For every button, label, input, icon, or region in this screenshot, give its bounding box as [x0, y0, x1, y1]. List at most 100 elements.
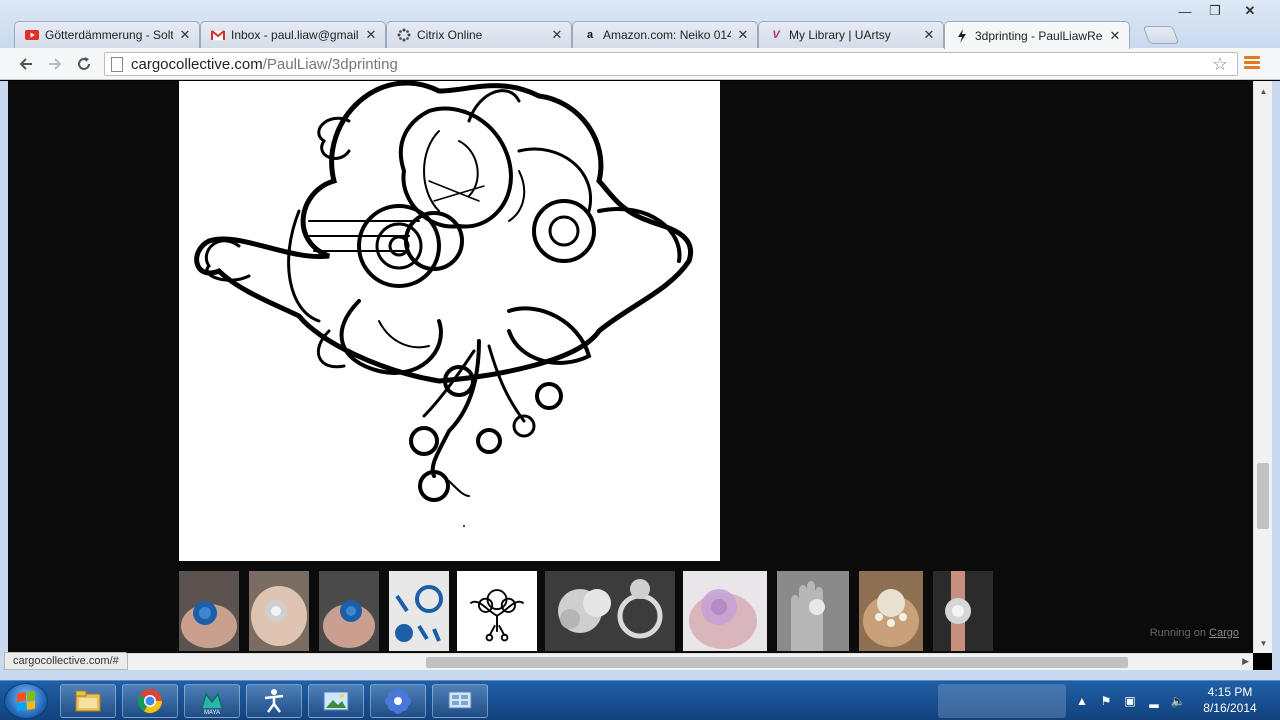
window-frame [0, 670, 1280, 680]
taskbar-zbrush[interactable] [246, 684, 302, 718]
volume-icon[interactable]: 🔈 [1170, 694, 1186, 708]
status-bubble: cargocollective.com/# [4, 652, 128, 670]
cargo-bolt-icon [955, 28, 969, 43]
cargo-link[interactable]: Cargo [1209, 627, 1239, 639]
speck [463, 525, 465, 527]
close-icon[interactable]: ✕ [1109, 28, 1121, 44]
show-hidden-icons-icon[interactable]: ▲ [1074, 694, 1090, 708]
taskbar-clock[interactable]: 4:15 PM 8/16/2014 [1196, 684, 1264, 716]
clock-date: 8/16/2014 [1203, 701, 1257, 715]
windows-taskbar: MAYA ▲ ⚑ ▣ ▂ 🔈 4:15 PM 8/16/2014 [0, 680, 1280, 720]
thumbnail-10[interactable] [933, 571, 993, 651]
reload-icon [78, 57, 90, 70]
windows-logo-icon [17, 690, 35, 712]
tab-title: 3dprinting - PaulLiawRe [975, 28, 1103, 43]
flower-app-icon [385, 688, 411, 714]
tab-title: Citrix Online [417, 28, 483, 42]
scroll-up-icon[interactable]: ▲ [1254, 83, 1273, 99]
control-panel-icon [448, 691, 472, 709]
close-icon[interactable]: ✕ [737, 27, 749, 43]
horizontal-scroll-thumb[interactable] [426, 657, 1128, 668]
taskbar-notification-preview[interactable] [938, 684, 1066, 718]
tab-title: Götterdämmerung - Solt [45, 28, 173, 42]
tab-uartsy[interactable]: V My Library | UArtsy ✕ [758, 21, 944, 48]
chrome-menu-icon[interactable] [1244, 56, 1260, 72]
citrix-icon [397, 28, 411, 42]
vertical-scroll-thumb[interactable] [1257, 463, 1269, 529]
chrome-icon [137, 689, 162, 714]
tab-strip: Götterdämmerung - Solt ✕ Inbox - paul.li… [14, 21, 1214, 49]
thumbnail-4[interactable] [389, 571, 449, 651]
tab-citrix[interactable]: Citrix Online ✕ [386, 21, 572, 48]
start-button[interactable] [4, 683, 48, 719]
main-artwork-image[interactable] [179, 81, 720, 561]
taskbar-chrome[interactable] [122, 684, 178, 718]
maya-label: MAYA [204, 710, 220, 716]
horizontal-scrollbar[interactable]: ▶ [8, 653, 1253, 670]
bookmark-star-icon[interactable]: ☆ [1212, 54, 1228, 75]
file-explorer-icon [75, 690, 101, 712]
url-path: /PaulLiaw/3dprinting [262, 55, 398, 73]
clock-time: 4:15 PM [1207, 685, 1253, 699]
network-signal-icon[interactable]: ▂ [1146, 694, 1162, 708]
minimize-icon[interactable]: — [1170, 2, 1200, 20]
url-host: cargocollective.com [131, 55, 263, 73]
action-center-flag-icon[interactable]: ⚑ [1098, 694, 1114, 708]
back-button[interactable] [14, 52, 38, 76]
tab-title: Inbox - paul.liaw@gmail [231, 28, 359, 42]
amazon-icon: a [586, 29, 594, 41]
tab-3dprinting[interactable]: 3dprinting - PaulLiawRe ✕ [944, 21, 1130, 49]
footer-prefix: Running on [1149, 627, 1206, 639]
zbrush-icon [264, 689, 284, 713]
new-tab-button[interactable] [1142, 26, 1180, 44]
window-controls: — ❐ ✕ [1170, 2, 1270, 20]
tab-gmail[interactable]: Inbox - paul.liaw@gmail ✕ [200, 21, 386, 48]
taskbar-maya[interactable]: MAYA [184, 684, 240, 718]
back-arrow-icon [19, 58, 32, 70]
page-viewport: Running on Cargo [8, 81, 1253, 653]
thumbnail-8[interactable] [777, 571, 849, 651]
reload-button[interactable] [72, 52, 96, 76]
browser-toolbar: cargocollective.com/PaulLiaw/3dprinting … [0, 48, 1280, 80]
browser-titlebar: Götterdämmerung - Solt ✕ Inbox - paul.li… [0, 0, 1280, 49]
tab-youtube[interactable]: Götterdämmerung - Solt ✕ [14, 21, 200, 48]
gmail-icon [211, 28, 225, 42]
system-tray: ▲ ⚑ ▣ ▂ 🔈 [1074, 681, 1186, 720]
close-icon[interactable]: ✕ [365, 27, 377, 43]
close-window-icon[interactable]: ✕ [1230, 2, 1270, 20]
page-icon [111, 56, 123, 72]
vertical-scrollbar[interactable]: ▲ ▼ [1253, 81, 1272, 653]
device-icon[interactable]: ▣ [1122, 694, 1138, 708]
thumbnail-6[interactable] [545, 571, 675, 651]
tab-amazon[interactable]: a Amazon.com: Neiko 014 ✕ [572, 21, 758, 48]
window-frame [0, 81, 8, 671]
tab-title: Amazon.com: Neiko 014 [603, 28, 731, 42]
scroll-down-icon[interactable]: ▼ [1254, 635, 1273, 651]
youtube-icon [25, 28, 39, 42]
thumbnail-7[interactable] [683, 571, 767, 651]
close-icon[interactable]: ✕ [179, 27, 191, 43]
photo-viewer-icon [323, 691, 349, 711]
thumbnail-1[interactable] [179, 571, 239, 651]
scroll-right-icon[interactable]: ▶ [1242, 656, 1249, 667]
address-bar[interactable]: cargocollective.com/PaulLiaw/3dprinting [104, 52, 1238, 76]
tab-title: My Library | UArtsy [789, 28, 891, 42]
maya-icon: MAYA [201, 692, 223, 716]
thumbnail-2[interactable] [249, 571, 309, 651]
window-frame [1272, 81, 1280, 671]
close-icon[interactable]: ✕ [551, 27, 563, 43]
thumbnail-9[interactable] [859, 571, 923, 651]
running-on-cargo: Running on Cargo [1150, 627, 1239, 639]
taskbar-file-explorer[interactable] [60, 684, 116, 718]
uartsy-icon: V [772, 29, 780, 41]
thumbnail-3[interactable] [319, 571, 379, 651]
taskbar-photo-viewer[interactable] [308, 684, 364, 718]
forward-arrow-icon [49, 58, 62, 70]
thumbnail-5-active[interactable] [457, 571, 537, 651]
flower-sketch-image [194, 81, 694, 527]
forward-button[interactable] [43, 52, 67, 76]
close-icon[interactable]: ✕ [923, 27, 935, 43]
taskbar-flower-app[interactable] [370, 684, 426, 718]
restore-icon[interactable]: ❐ [1200, 2, 1230, 20]
taskbar-control-panel[interactable] [432, 684, 488, 718]
